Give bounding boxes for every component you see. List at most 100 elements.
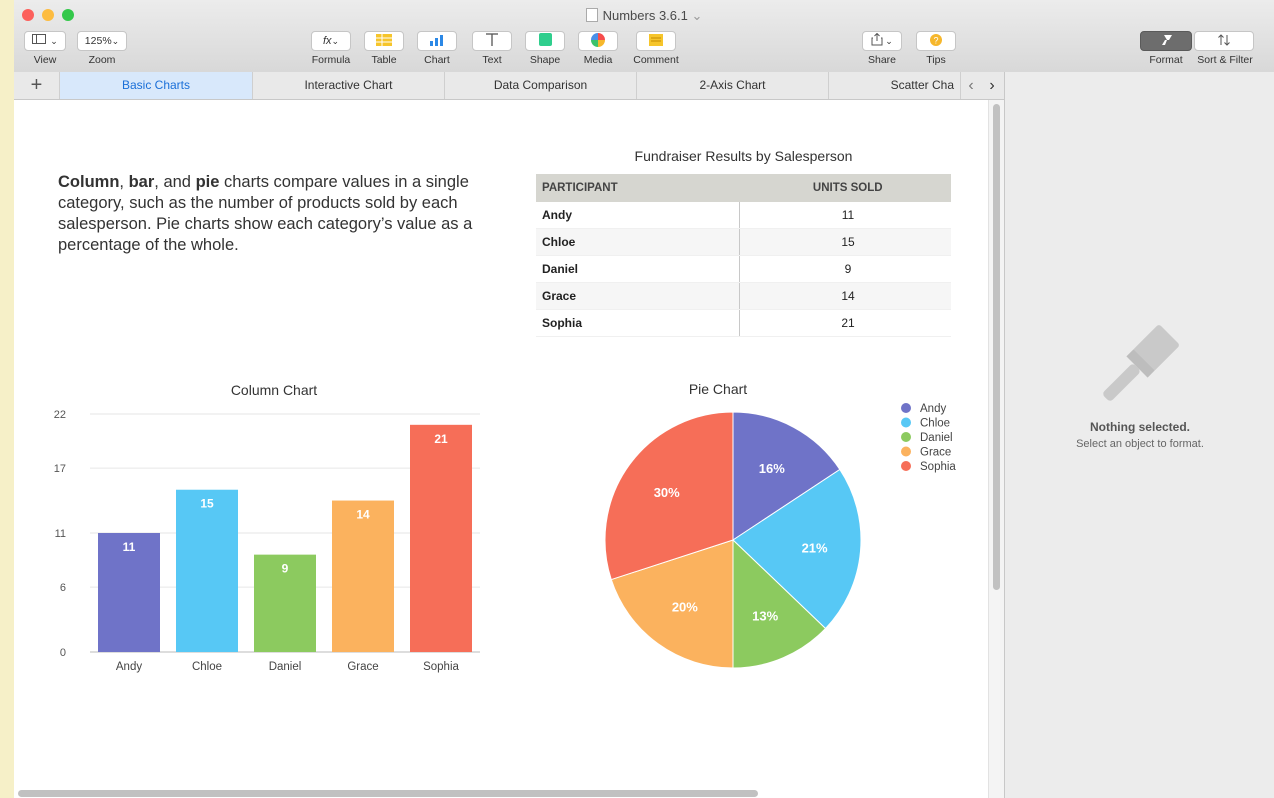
legend-label: Andy (920, 403, 946, 415)
comment-icon (649, 34, 663, 46)
tabs-scroll-right-icon[interactable]: › (981, 72, 1003, 99)
desc-bold-bar: bar (128, 173, 155, 191)
window-title-text: Numbers 3.6.1 (602, 8, 688, 23)
comment-label: Comment (633, 54, 679, 66)
tabs-scroll-left-icon[interactable]: ‹ (961, 72, 981, 99)
view-label: View (33, 54, 57, 66)
horizontal-scroll-thumb[interactable] (18, 790, 758, 797)
formula-button[interactable]: fx⌄ (311, 31, 351, 51)
y-tick-label: 22 (54, 409, 66, 421)
pie-chart[interactable]: 16% 21% 13% 20% 30% Andy Chloe Daniel Grace Sophi… (574, 390, 974, 690)
chart-button[interactable] (417, 31, 457, 51)
desc-text-1: , (119, 173, 129, 191)
tab-scatter-chart[interactable]: Scatter Cha (829, 72, 961, 99)
table-row[interactable]: Grace 14 (536, 282, 951, 310)
cell-name[interactable]: Grace (536, 282, 740, 310)
view-button[interactable]: ⌄ (24, 31, 66, 51)
cell-units[interactable]: 14 (739, 282, 951, 310)
x-tick-label: Chloe (192, 661, 222, 673)
bar[interactable] (410, 424, 472, 652)
cell-name[interactable]: Chloe (536, 228, 740, 256)
cell-name[interactable]: Andy (536, 202, 740, 229)
table-row[interactable]: Daniel 9 (536, 255, 951, 283)
shape-icon (538, 33, 552, 46)
y-tick-label: 17 (54, 463, 66, 475)
text-button[interactable] (472, 31, 512, 51)
tips-label: Tips (926, 54, 946, 66)
tab-data-comparison[interactable]: Data Comparison (445, 72, 637, 99)
header-participant[interactable]: PARTICIPANT (536, 174, 740, 202)
legend-swatch (901, 417, 911, 428)
sort-filter-label: Sort & Filter (1197, 54, 1253, 66)
pie-data-label: 16% (759, 461, 785, 476)
x-tick-label: Sophia (423, 661, 459, 673)
zoom-label: Zoom (88, 54, 116, 66)
table-label: Table (371, 54, 397, 66)
media-button[interactable] (578, 31, 618, 51)
y-tick-label: 6 (60, 582, 66, 594)
header-units-sold[interactable]: UNITS SOLD (739, 174, 951, 202)
formula-label: Formula (311, 54, 351, 66)
table-row[interactable]: Andy 11 (536, 202, 951, 229)
tab-interactive-chart[interactable]: Interactive Chart (253, 72, 445, 99)
sidebar-title: Nothing selected. (1089, 420, 1190, 434)
horizontal-scrollbar[interactable] (14, 788, 988, 798)
tab-2-axis-chart[interactable]: 2-Axis Chart (637, 72, 829, 99)
zoom-select[interactable]: 125%⌄ (77, 31, 127, 51)
share-button[interactable]: ⌄ (862, 31, 902, 51)
pie-data-label: 30% (654, 485, 680, 500)
cell-units[interactable]: 9 (739, 255, 951, 283)
column-chart[interactable]: 0 6 11 17 22 11 Andy 15 Chloe 9 Daniel 14 Grace 21 Sop… (44, 400, 514, 700)
legend-label: Grace (920, 447, 951, 459)
bar-data-label: 9 (282, 562, 289, 576)
pie-data-label: 21% (802, 540, 828, 555)
bar[interactable] (332, 500, 394, 652)
sort-filter-button[interactable] (1194, 31, 1254, 51)
tips-icon: ? (930, 34, 942, 46)
pie-data-label: 20% (672, 599, 698, 614)
sidebar-subtitle: Select an object to format. (1076, 438, 1204, 450)
paintbrush-large-icon (1103, 325, 1179, 401)
comment-button[interactable] (636, 31, 676, 51)
x-tick-label: Andy (116, 661, 142, 673)
title-chevron-icon[interactable]: ⌄ (691, 8, 702, 23)
table-header-row: PARTICIPANT UNITS SOLD (536, 174, 951, 202)
cell-name[interactable]: Daniel (536, 255, 740, 283)
tab-basic-charts[interactable]: Basic Charts (60, 72, 253, 99)
desc-bold-pie: pie (195, 173, 220, 191)
vertical-scroll-thumb[interactable] (993, 104, 1000, 590)
legend-label: Daniel (920, 432, 953, 444)
table-row[interactable]: Sophia 21 (536, 309, 951, 337)
fundraiser-table[interactable]: PARTICIPANT UNITS SOLD Andy 11 Chloe 15 Da… (536, 174, 951, 337)
cell-name[interactable]: Sophia (536, 309, 740, 337)
vertical-scrollbar[interactable] (988, 100, 1004, 798)
column-chart-title: Column Chart (230, 382, 318, 398)
media-label: Media (583, 54, 613, 66)
tips-button[interactable]: ? (916, 31, 956, 51)
format-button[interactable] (1140, 31, 1192, 51)
zoom-value: 125% (84, 35, 112, 47)
numbers-window: Numbers 3.6.1 ⌄ ⌄ View 125%⌄ Zoom fx⌄ Fo… (14, 0, 1274, 798)
table-row[interactable]: Chloe 15 (536, 228, 951, 256)
bar-data-label: 15 (200, 497, 214, 511)
bar-data-label: 11 (123, 540, 136, 554)
bar-data-label: 21 (434, 432, 448, 446)
sort-icon (1218, 34, 1230, 46)
desc-bold-column: Column (58, 173, 120, 191)
formula-icon: fx (322, 35, 332, 47)
add-sheet-button[interactable]: + (14, 72, 60, 99)
paintbrush-icon (1161, 35, 1172, 45)
cell-units[interactable]: 15 (739, 228, 951, 256)
cell-units[interactable]: 11 (739, 202, 951, 229)
x-tick-label: Daniel (269, 661, 302, 673)
share-label: Share (867, 54, 897, 66)
svg-text:?: ? (933, 36, 938, 46)
table-button[interactable] (364, 31, 404, 51)
shape-button[interactable] (525, 31, 565, 51)
window-title: Numbers 3.6.1 ⌄ (14, 8, 1274, 24)
legend-swatch (901, 432, 911, 442)
pie-data-label: 13% (752, 608, 778, 623)
cell-units[interactable]: 21 (739, 309, 951, 337)
table-icon (376, 34, 392, 46)
bar[interactable] (176, 489, 238, 652)
